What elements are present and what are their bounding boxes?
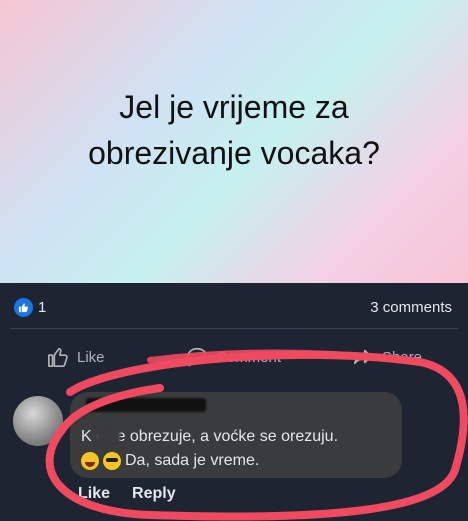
like-button-label: Like [77, 348, 105, 366]
comment-text-line2-text: Da, sada je vreme. [125, 452, 260, 469]
redacted-author-name[interactable] [86, 398, 206, 412]
comment-button-label: Comment [216, 348, 282, 366]
like-count[interactable]: 1 [38, 299, 46, 316]
share-button-label: Share [382, 348, 423, 366]
share-button[interactable]: Share [352, 346, 422, 368]
divider [10, 328, 458, 329]
laughing-emoji-icon [81, 452, 99, 470]
comment-reply-link[interactable]: Reply [132, 485, 176, 503]
comment-actions: Like Reply [78, 485, 176, 503]
post-card: Jel je vrijeme za obrezivanje vocaka? [0, 0, 468, 283]
comment: K c se obrezuje, a voćke se orezuju. Da,… [0, 384, 468, 521]
like-button[interactable]: Like [47, 346, 105, 368]
sunglasses-emoji-icon [103, 452, 121, 470]
actions-row: Like Comment Share [0, 330, 468, 380]
avatar[interactable] [13, 396, 63, 446]
like-reaction-icon[interactable] [14, 298, 33, 317]
comment-text-line2: Da, sada je vreme. [81, 452, 259, 470]
comment-icon [187, 347, 207, 367]
comment-button[interactable]: Comment [186, 346, 281, 368]
comments-count[interactable]: 3 comments [370, 299, 452, 316]
thumbs-up-icon [48, 347, 68, 367]
comment-like-link[interactable]: Like [78, 485, 110, 503]
reactions-row: 1 3 comments [0, 283, 468, 328]
share-icon [353, 349, 373, 365]
post-text: Jel je vrijeme za obrezivanje vocaka? [88, 88, 380, 171]
redaction-mark [96, 428, 120, 446]
